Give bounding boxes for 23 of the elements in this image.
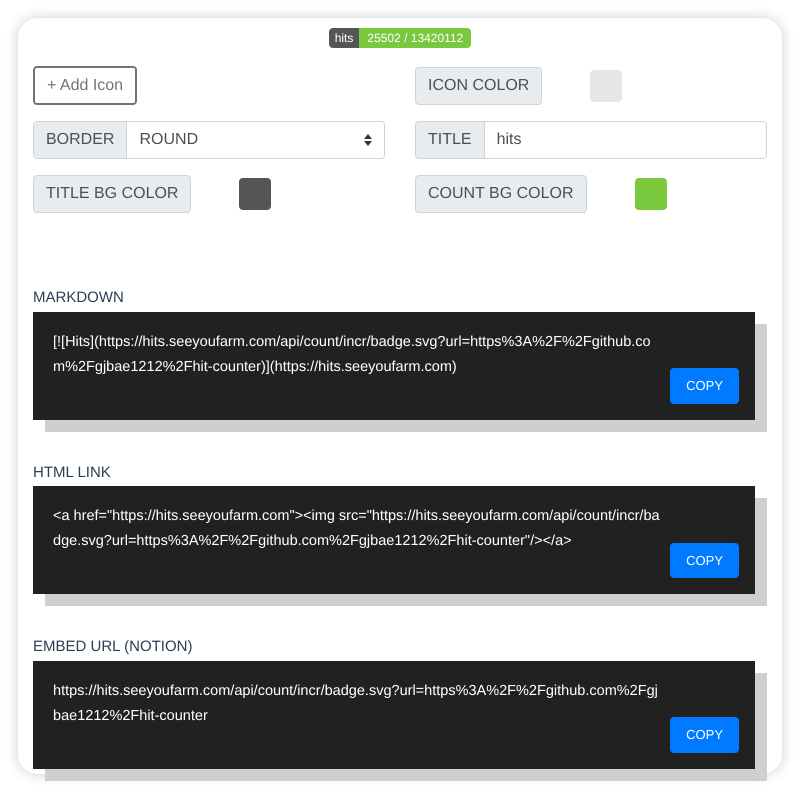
add-icon-button[interactable]: + Add Icon (33, 66, 138, 105)
code-text: <a href="https://hits.seeyoufarm.com"><img src="https://hits.seeyoufarm.com/api/count/incr/badge.svg?url=https%3A%2F%2Fgithub.com%2Fgjbae1212%2Fhit-counter"/></a> (53, 507, 661, 551)
copy-button[interactable]: COPY (670, 717, 739, 752)
badge-count: 25502 / 13420112 (359, 28, 472, 48)
caret-icon (364, 134, 372, 146)
section-heading: EMBED URL (NOTION) (33, 637, 194, 657)
copy-button[interactable]: COPY (670, 542, 739, 578)
section-heading: HTML LINK (33, 462, 112, 482)
border-select[interactable]: ROUND (127, 121, 385, 159)
color-swatch[interactable] (590, 70, 622, 102)
copy-button[interactable]: COPY (670, 368, 739, 404)
field-label: COUNT BG COLOR (415, 175, 586, 213)
color-swatch[interactable] (634, 178, 666, 210)
section-heading: MARKDOWN (33, 288, 125, 308)
field-label: BORDER (33, 121, 128, 159)
field-label: TITLE BG COLOR (33, 175, 192, 213)
code-text: [![Hits](https://hits.seeyoufarm.com/api/count/incr/badge.svg?url=https%3A%2F%2Fgithub.com%2Fgjbae1212%2Fhit-counter)](https://hits.seeyoufarm.com) (53, 332, 652, 376)
field-label: ICON COLOR (415, 66, 542, 104)
field-label: TITLE (415, 121, 485, 159)
code-text: https://hits.seeyoufarm.com/api/count/incr/badge.svg?url=https%3A%2F%2Fgithub.com%2Fgjbae1212%2Fhit-counter (53, 682, 659, 726)
title-input[interactable]: hits (484, 121, 767, 159)
color-swatch[interactable] (239, 178, 272, 210)
badge-title: hits (328, 28, 360, 48)
